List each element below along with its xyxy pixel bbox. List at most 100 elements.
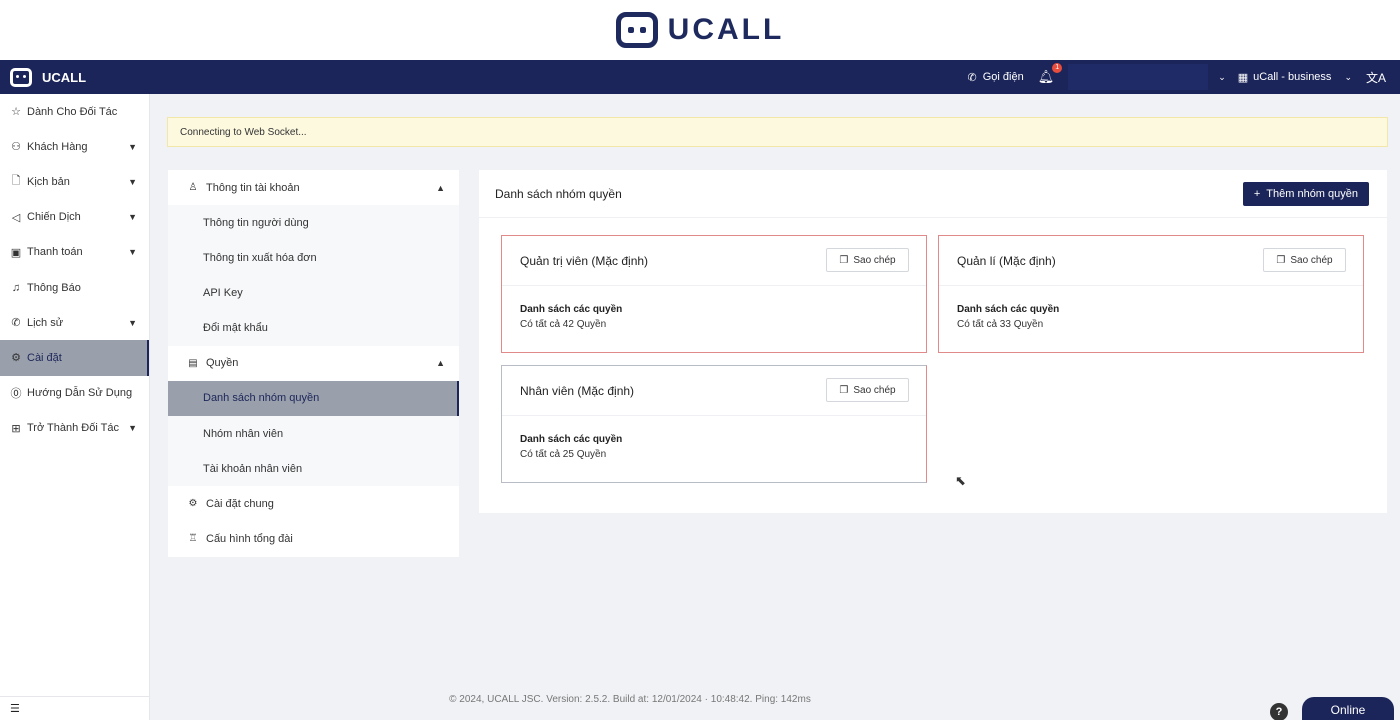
menu-group-label: Cấu hình tổng đài: [206, 532, 293, 545]
star-icon: ☆: [11, 106, 21, 119]
gear-icon: ⚙: [11, 352, 21, 365]
menu-item-invoice-info[interactable]: Thông tin xuất hóa đơn: [168, 240, 459, 276]
menu-item-user-info[interactable]: Thông tin người dùng: [168, 205, 459, 241]
copy-button[interactable]: ❐ Sao chép: [826, 248, 909, 272]
phone-history-icon: ✆: [11, 317, 21, 330]
chevron-down-icon: ▼: [128, 247, 137, 258]
list-icon: ▤: [188, 357, 198, 369]
menu-item-label: Tài khoản nhân viên: [203, 462, 303, 475]
sidebar-item-label: Thông Báo: [27, 281, 81, 294]
settings-menu: ♙ Thông tin tài khoản ▲ Thông tin người …: [168, 170, 459, 557]
plus-icon: +: [1253, 188, 1261, 200]
mouse-cursor-icon: ⬉: [955, 473, 966, 488]
websocket-status-banner: Connecting to Web Socket...: [167, 117, 1388, 147]
menu-item-label: Danh sách nhóm quyền: [203, 392, 320, 405]
card-title: Nhân viên (Mặc định): [520, 383, 635, 398]
notification-bell[interactable]: 🔔︎ 1: [1037, 63, 1063, 85]
sidebar-item-partner[interactable]: ☆ Dành Cho Đối Tác: [0, 94, 149, 129]
permission-count: Có tất cả 33 Quyền: [957, 319, 1044, 330]
org-select[interactable]: ▦ uCall - business ⌄: [1238, 71, 1352, 84]
menu-item-permission-groups[interactable]: Danh sách nhóm quyền: [168, 380, 459, 417]
nav-brand[interactable]: UCALL: [0, 67, 87, 87]
menu-group-account[interactable]: ♙ Thông tin tài khoản ▲: [168, 170, 459, 205]
help-icon: ?: [1275, 706, 1283, 718]
building-icon: ▦: [1237, 71, 1249, 84]
add-permission-group-button[interactable]: + Thêm nhóm quyền: [1242, 182, 1369, 206]
menu-item-staff-accounts[interactable]: Tài khoản nhân viên: [168, 451, 459, 487]
ucall-logo-icon: [615, 12, 658, 48]
top-navbar: UCALL ✆ Gọi điện 🔔︎ 1 ⌄ ▦ uCall - busine…: [0, 60, 1400, 94]
gear-icon: ⚙: [188, 498, 198, 510]
document-icon: 🗋︎: [11, 175, 21, 188]
footer-text: © 2024, UCALL JSC. Version: 2.5.2. Build…: [449, 694, 811, 705]
copy-icon: ❐: [839, 384, 849, 396]
permission-group-card[interactable]: Quản trị viên (Mặc định) ❐ Sao chép Danh…: [501, 235, 927, 353]
gift-icon: ⊞: [11, 422, 21, 435]
sidebar-item-campaigns[interactable]: ◁ Chiến Dịch ▼: [0, 200, 149, 235]
notification-badge: 1: [1052, 63, 1063, 73]
sidebar-item-label: Hướng Dẫn Sử Dụng: [27, 387, 133, 400]
copy-icon: ❐: [839, 254, 849, 266]
menu-group-permissions[interactable]: ▤ Quyền ▲: [168, 346, 459, 381]
menu-item-label: Đổi mật khẩu: [203, 322, 268, 335]
card-title: Quản lí (Mặc định): [957, 253, 1056, 268]
translate-icon[interactable]: 文A: [1366, 69, 1386, 86]
banner-brand: UCALL: [667, 13, 785, 46]
user-icon: ♙: [188, 182, 198, 193]
online-label: Online: [1330, 703, 1366, 717]
sidebar-item-notifications[interactable]: ♫ Thông Báo: [0, 270, 149, 305]
sidebar-item-settings[interactable]: ⚙ Cài đặt: [0, 340, 149, 376]
bell-icon: 🔔︎: [1037, 69, 1055, 84]
sidebar-item-history[interactable]: ✆ Lịch sử ▼: [0, 305, 149, 340]
permission-group-card[interactable]: Quản lí (Mặc định) ❐ Sao chép Danh sách …: [938, 235, 1364, 353]
call-button[interactable]: ✆ Gọi điện: [968, 71, 1024, 84]
phone-icon: ✆: [967, 71, 977, 84]
sidebar-item-label: Thanh toán: [27, 246, 83, 259]
sidebar-item-label: Khách Hàng: [27, 140, 88, 153]
menu-item-change-password[interactable]: Đổi mật khẩu: [168, 310, 459, 346]
permission-list-label: Danh sách các quyền: [957, 304, 1060, 315]
chevron-up-icon: ▲: [436, 358, 445, 369]
ucall-logo: UCALL: [615, 12, 785, 48]
online-status-button[interactable]: Online: [1302, 697, 1394, 720]
menu-group-general[interactable]: ⚙ Cài đặt chung: [168, 486, 459, 521]
sidebar-collapse-button[interactable]: ☰: [0, 696, 150, 720]
footer: © 2024, UCALL JSC. Version: 2.5.2. Build…: [150, 694, 1400, 705]
chevron-up-icon: ▲: [436, 182, 445, 193]
chevron-down-icon[interactable]: ⌄: [1218, 72, 1226, 83]
card-title: Quản trị viên (Mặc định): [520, 253, 649, 268]
users-icon: ⚇: [11, 141, 21, 154]
sidebar-item-scripts[interactable]: 🗋︎ Kịch bản ▼: [0, 164, 149, 199]
copy-label: Sao chép: [853, 384, 896, 396]
menu-item-api-key[interactable]: API Key: [168, 275, 459, 311]
menu-item-label: Nhóm nhân viên: [203, 427, 284, 440]
menu-item-label: Thông tin xuất hóa đơn: [203, 251, 317, 264]
help-button[interactable]: ?: [1270, 703, 1288, 720]
sidebar-item-customers[interactable]: ⚇ Khách Hàng ▼: [0, 129, 149, 164]
network-icon: ♖: [188, 533, 198, 545]
sidebar-item-guide[interactable]: ⓪ Hướng Dẫn Sử Dụng: [0, 376, 149, 411]
ucall-logo-icon: [10, 67, 32, 87]
menu-item-label: API Key: [203, 286, 243, 299]
sidebar: ☆ Dành Cho Đối Tác ⚇ Khách Hàng ▼ 🗋︎ Kịc…: [0, 94, 150, 720]
sidebar-item-label: Trở Thành Đối Tác: [27, 422, 119, 435]
menu-item-staff-groups[interactable]: Nhóm nhân viên: [168, 415, 459, 452]
sidebar-item-label: Lịch sử: [27, 316, 64, 329]
page-title: Danh sách nhóm quyền: [495, 186, 622, 201]
menu-group-label: Quyền: [206, 357, 239, 370]
menu-group-pbx[interactable]: ♖ Cấu hình tổng đài: [168, 521, 459, 556]
user-info-box[interactable]: [1068, 64, 1209, 90]
permission-group-card[interactable]: Nhân viên (Mặc định) ❐ Sao chép Danh sác…: [501, 365, 927, 483]
sidebar-item-become-partner[interactable]: ⊞ Trở Thành Đối Tác ▼: [0, 411, 149, 446]
menu-group-label: Cài đặt chung: [206, 497, 274, 510]
nav-brand-text: UCALL: [42, 69, 87, 85]
copy-button[interactable]: ❐ Sao chép: [826, 378, 909, 402]
menu-fold-icon: ☰: [10, 703, 20, 715]
copy-button[interactable]: ❐ Sao chép: [1263, 248, 1346, 272]
chevron-down-icon: ⌄: [1344, 71, 1352, 82]
call-label: Gọi điện: [982, 71, 1024, 83]
megaphone-icon: ◁: [11, 211, 21, 224]
permission-count: Có tất cả 42 Quyền: [520, 319, 607, 330]
permission-list-label: Danh sách các quyền: [520, 434, 623, 445]
sidebar-item-billing[interactable]: ▣ Thanh toán ▼: [0, 235, 149, 270]
